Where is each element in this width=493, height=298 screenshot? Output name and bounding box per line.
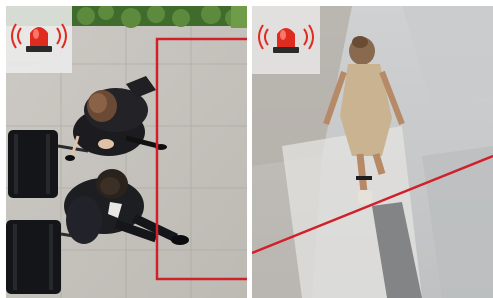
siren-alarm-icon bbox=[258, 24, 314, 53]
alarm-badge bbox=[252, 6, 320, 74]
siren-alarm-icon bbox=[11, 23, 67, 52]
camera-view-line-crossing bbox=[252, 6, 493, 298]
surveillance-comparison bbox=[0, 0, 493, 298]
camera-view-intrusion-zone bbox=[6, 6, 247, 298]
alarm-badge bbox=[6, 6, 72, 73]
